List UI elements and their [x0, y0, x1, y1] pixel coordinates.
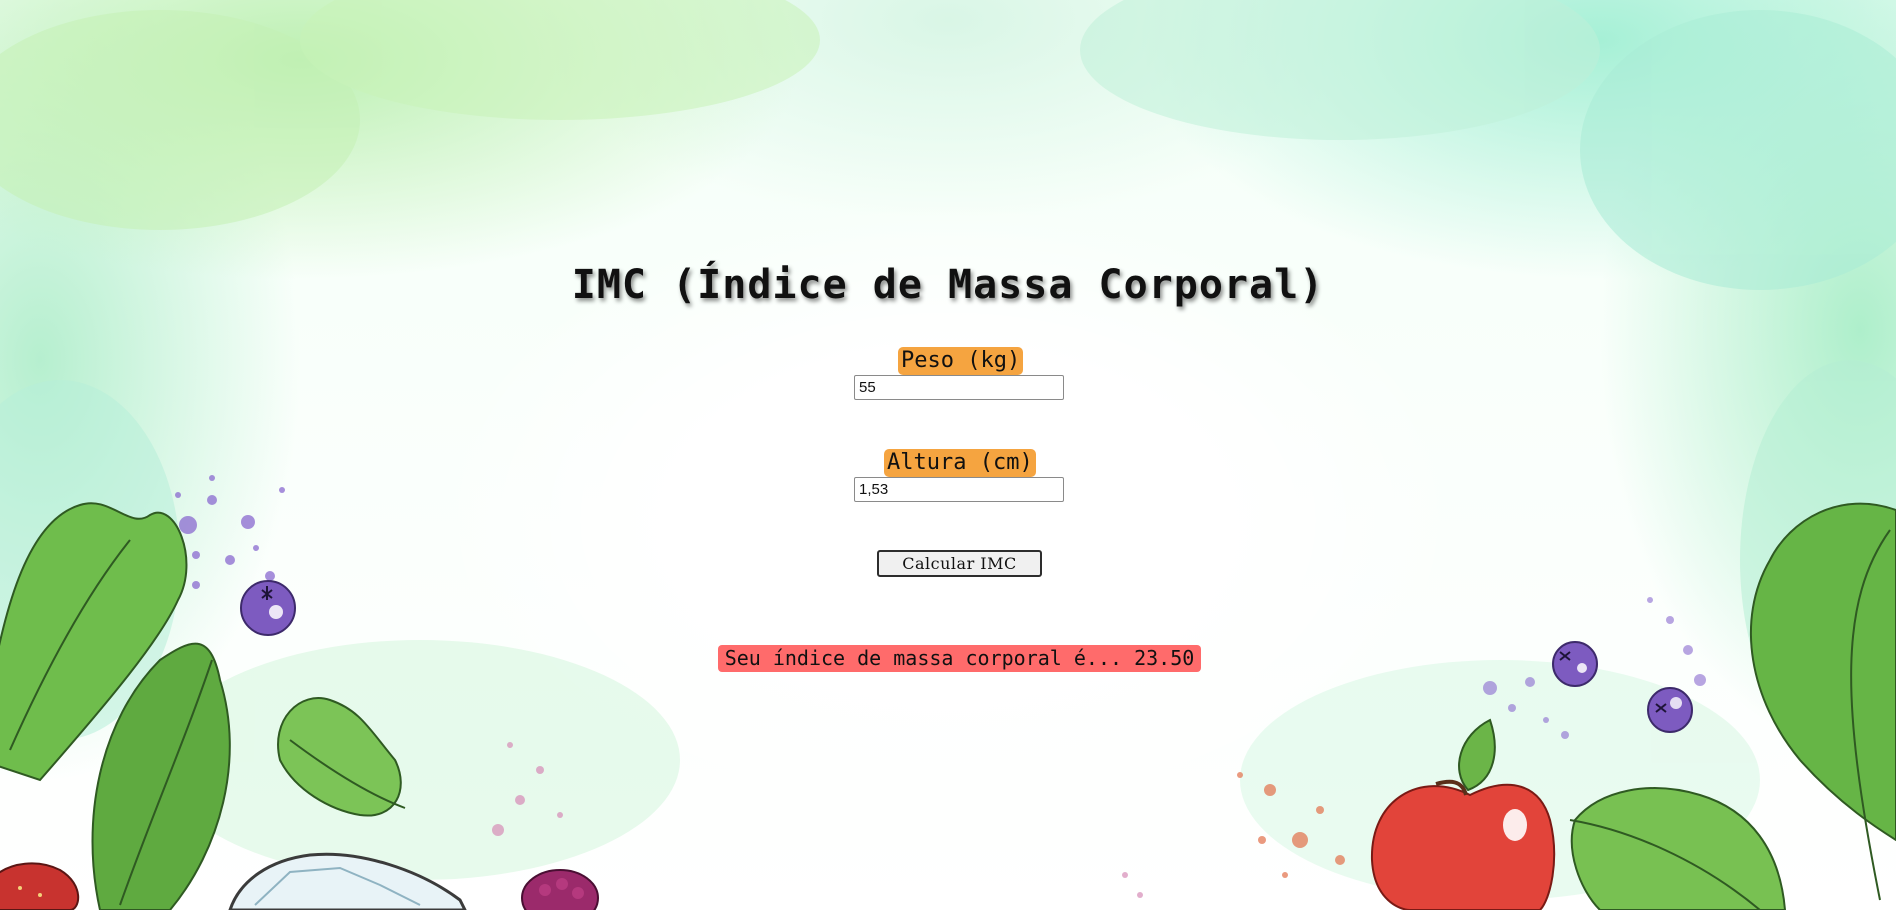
weight-input[interactable]	[854, 375, 1064, 400]
weight-label: Peso (kg)	[898, 347, 1024, 375]
paint-splatter-icon	[492, 742, 1143, 898]
result-message: Seu índice de massa corporal é... 23.50	[718, 645, 1201, 672]
page-title: IMC (Índice de Massa Corporal)	[571, 262, 1325, 308]
blueberry-icon	[240, 580, 296, 636]
apple-icon	[1370, 718, 1556, 910]
paint-splatter-icon	[175, 475, 285, 589]
leaf-icon	[0, 502, 188, 782]
blueberry-icon	[1647, 687, 1693, 733]
coconut-icon	[228, 852, 467, 910]
leaf-icon	[277, 697, 406, 817]
blueberry-icon	[1552, 641, 1598, 687]
strawberry-icon	[0, 862, 80, 910]
calculate-bmi-button[interactable]: Calcular IMC	[877, 550, 1042, 577]
leaf-icon	[1569, 787, 1787, 910]
height-input[interactable]	[854, 477, 1064, 502]
leaf-icon	[1749, 502, 1896, 901]
paint-splatter-icon	[1237, 772, 1345, 878]
leaf-icon	[91, 642, 231, 910]
height-label: Altura (cm)	[884, 449, 1036, 477]
raspberry-icon	[521, 869, 599, 910]
paint-splatter-icon	[1483, 597, 1706, 739]
